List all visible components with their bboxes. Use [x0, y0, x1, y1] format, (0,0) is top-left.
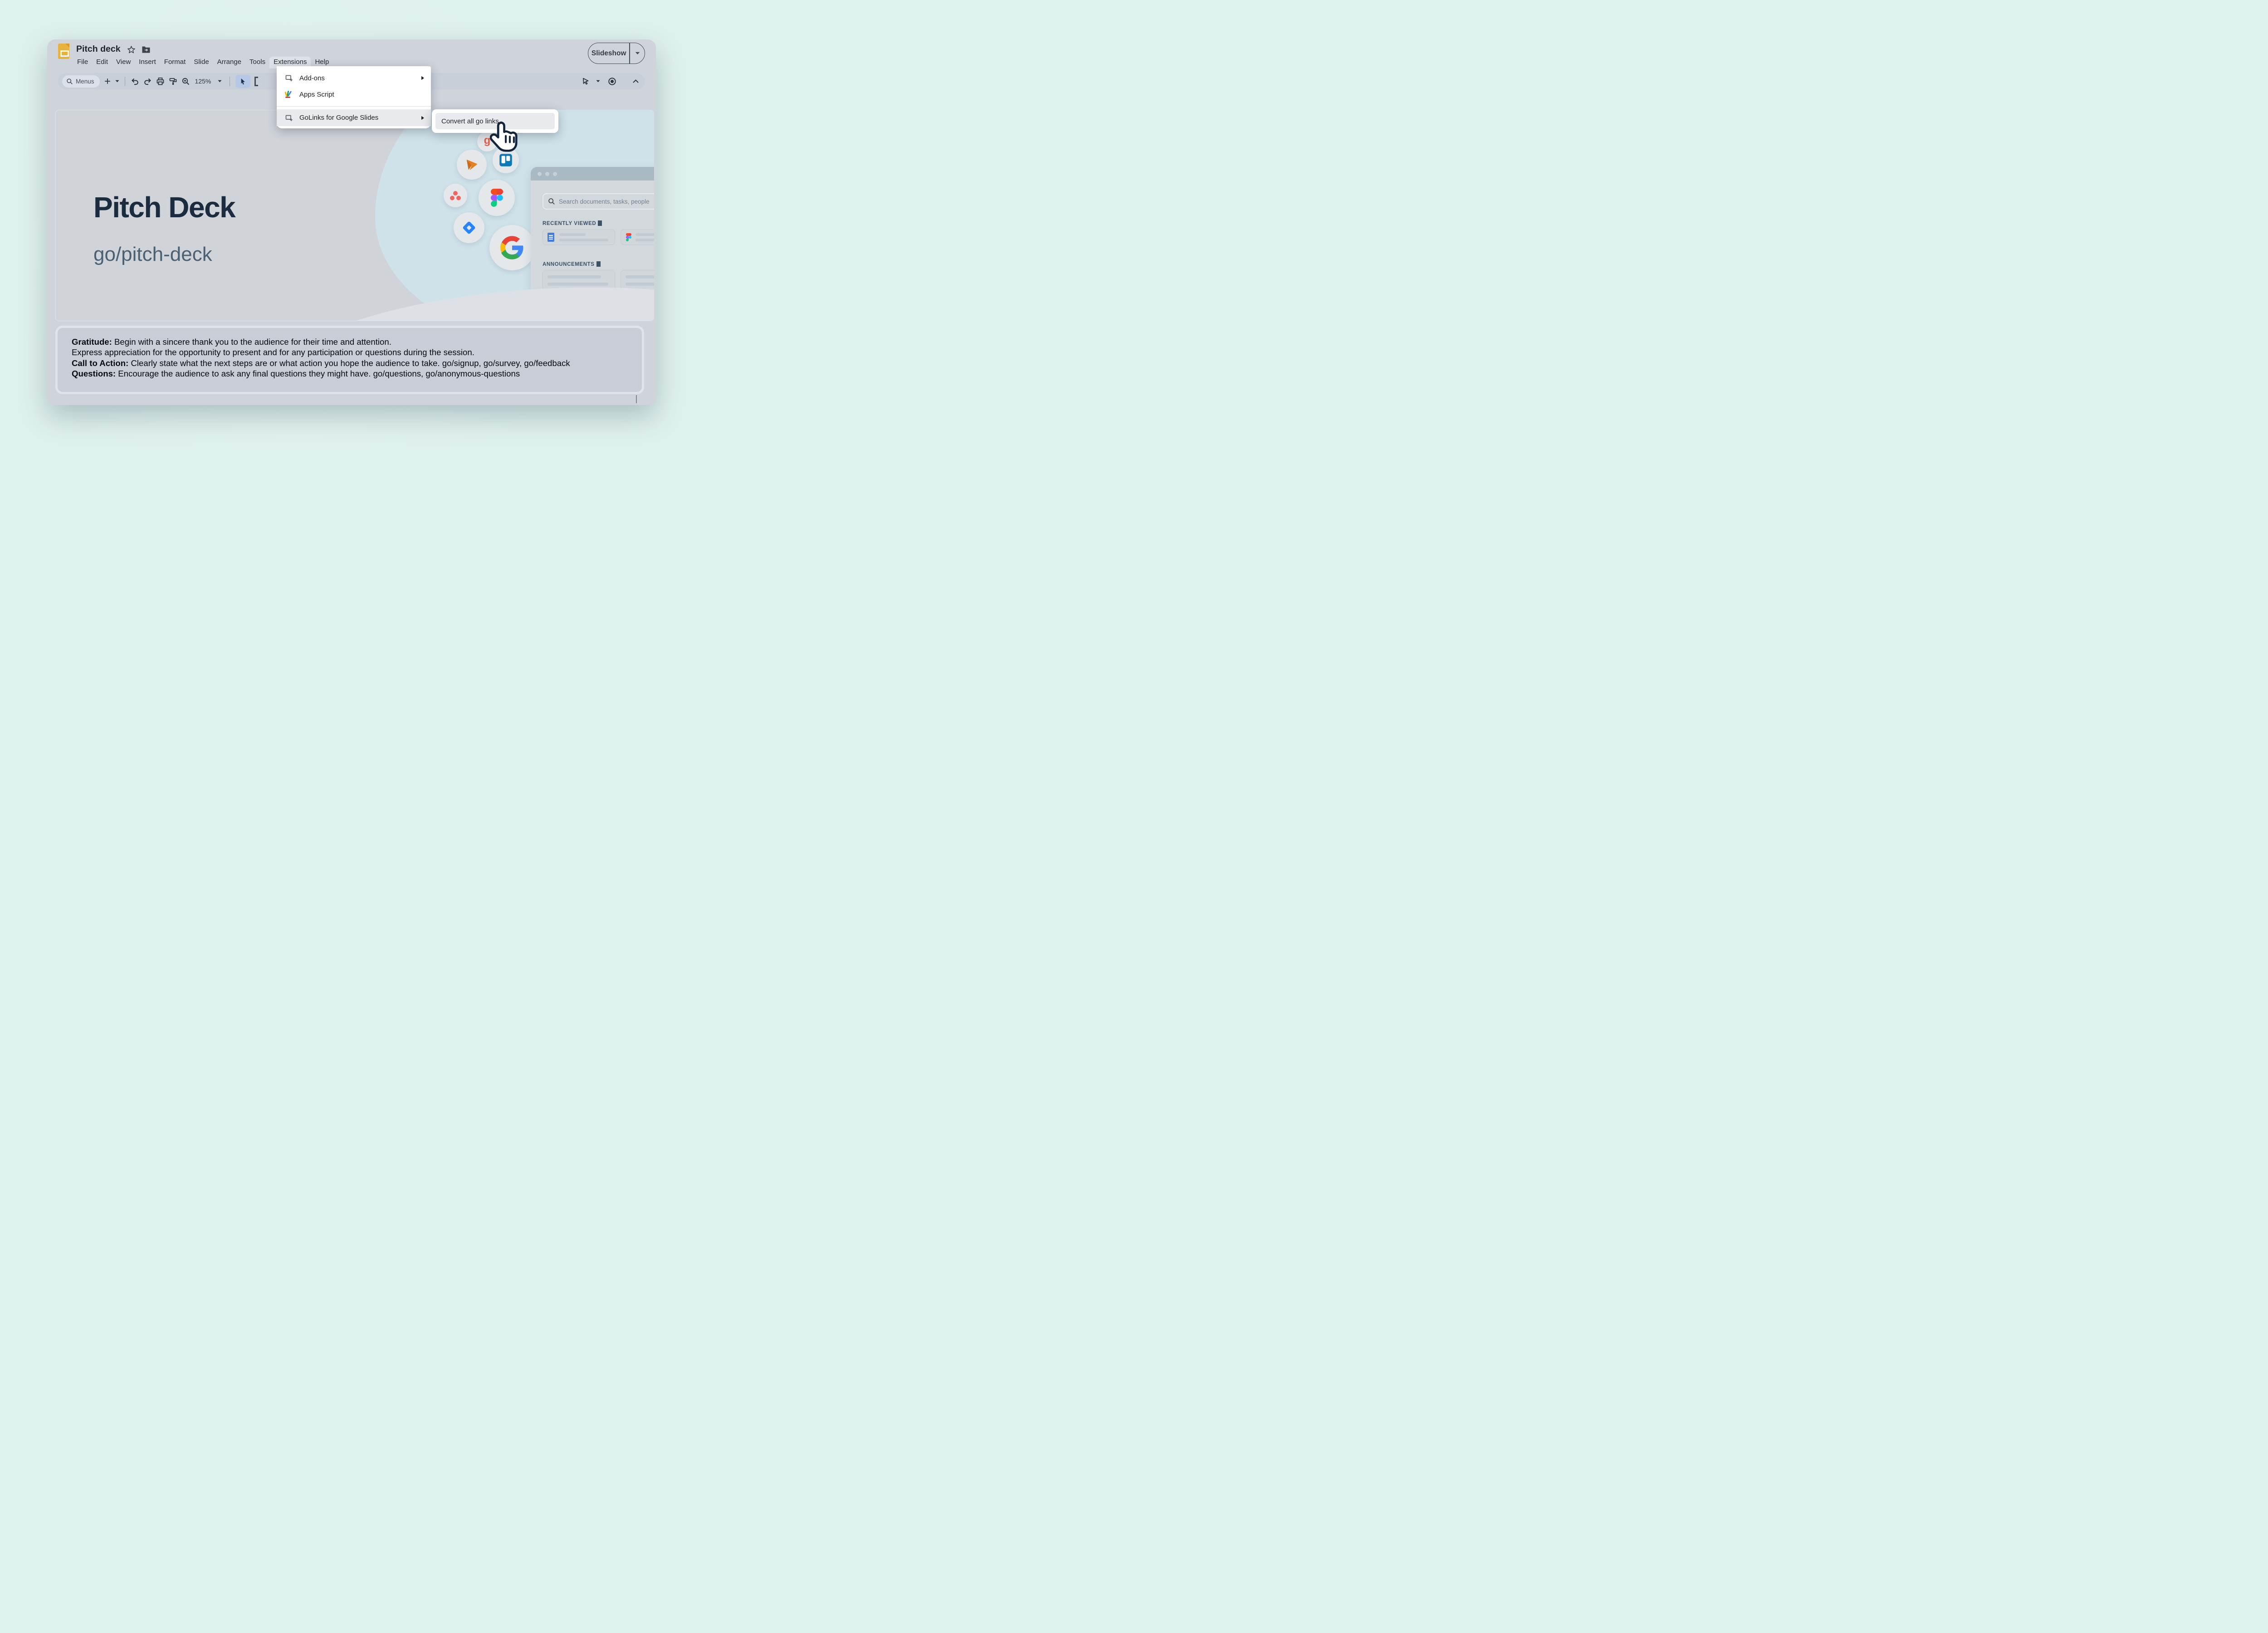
jira-icon	[454, 212, 484, 243]
zoom-in-icon	[181, 77, 190, 86]
slide-subtitle-text[interactable]: go/pitch-deck	[93, 243, 212, 266]
freshworks-icon	[457, 150, 487, 180]
menu-tools[interactable]: Tools	[245, 57, 269, 68]
undo-button[interactable]	[131, 74, 139, 88]
search-icon	[548, 198, 555, 205]
menu-slide[interactable]: Slide	[190, 57, 213, 68]
record-icon	[608, 77, 616, 86]
redo-button[interactable]	[143, 74, 152, 88]
menu-separator	[277, 106, 431, 107]
google-docs-icon	[547, 233, 554, 242]
chevron-right-icon	[421, 76, 425, 80]
menu-view[interactable]: View	[112, 57, 135, 68]
printer-icon	[156, 77, 165, 86]
extensions-dropdown-menu: Add-ons Apps Script GoLinks for Google S…	[277, 66, 431, 128]
menu-arrange[interactable]: Arrange	[213, 57, 245, 68]
notes-line: Gratitude: Begin with a sincere thank yo…	[72, 337, 570, 347]
recent-doc-card	[543, 229, 615, 245]
apps-script-icon	[285, 90, 293, 98]
caret-down-icon	[115, 80, 119, 83]
move-folder-icon[interactable]	[142, 46, 151, 54]
announcements-heading: ANNOUNCEMENTS	[543, 261, 601, 267]
screenshot-stage: Pitch deck Slideshow File Edit View Inse…	[0, 0, 711, 445]
search-icon	[66, 78, 73, 85]
slideshow-button-label: Slideshow	[588, 49, 629, 58]
select-tool-button[interactable]	[235, 75, 250, 88]
notes-line: Call to Action: Clearly state what the n…	[72, 358, 570, 368]
textbox-tool-partial-icon[interactable]	[254, 77, 258, 86]
menu-edit[interactable]: Edit	[92, 57, 112, 68]
paint-roller-icon	[169, 77, 177, 86]
block-cursor-icon	[596, 261, 601, 267]
undo-icon	[131, 77, 139, 86]
hand-pointer-cursor-icon	[490, 121, 521, 157]
mock-search-placeholder: Search documents, tasks, people	[559, 198, 650, 205]
menu-item-apps-script[interactable]: Apps Script	[277, 86, 431, 103]
select-cursor-icon	[239, 78, 247, 85]
star-icon[interactable]	[127, 45, 136, 54]
caret-down-icon	[596, 80, 600, 83]
menu-item-addons[interactable]: Add-ons	[277, 70, 431, 86]
window-dot-icon	[538, 172, 542, 176]
google-icon	[489, 225, 535, 270]
print-button[interactable]	[156, 74, 165, 88]
zoom-level[interactable]: 125%	[194, 74, 212, 88]
menus-pill-label: Menus	[76, 78, 94, 85]
zoom-level-value: 125%	[195, 78, 211, 85]
figma-icon	[479, 180, 515, 216]
figma-icon	[626, 233, 631, 241]
addon-square-plus-icon	[285, 114, 293, 122]
addon-square-plus-icon	[285, 74, 293, 82]
asana-icon	[444, 184, 467, 207]
google-slides-logo-icon	[58, 44, 69, 59]
speaker-notes-panel[interactable]: Gratitude: Begin with a sincere thank yo…	[55, 326, 644, 394]
chevron-up-icon	[632, 79, 639, 83]
paint-format-button[interactable]	[169, 74, 177, 88]
slideshow-dropdown-caret[interactable]	[630, 52, 645, 55]
menu-insert[interactable]: Insert	[135, 57, 160, 68]
zoom-caret[interactable]	[218, 74, 222, 88]
document-title[interactable]: Pitch deck	[76, 44, 121, 54]
redo-icon	[143, 77, 152, 86]
window-dot-icon	[553, 172, 557, 176]
caret-down-icon	[218, 80, 222, 83]
notes-line: Express appreciation for the opportunity…	[72, 347, 570, 357]
mock-browser-titlebar	[531, 167, 654, 181]
window-dot-icon	[545, 172, 549, 176]
slide-title-text[interactable]: Pitch Deck	[93, 191, 235, 224]
menu-file[interactable]: File	[73, 57, 92, 68]
block-cursor-icon	[598, 220, 602, 226]
menus-search-pill[interactable]: Menus	[62, 75, 100, 88]
recent-figma-card	[621, 229, 654, 245]
menu-item-golinks[interactable]: GoLinks for Google Slides	[277, 109, 431, 126]
menu-item-label: GoLinks for Google Slides	[299, 114, 421, 122]
pointer-tool-button[interactable]	[582, 74, 590, 88]
recently-viewed-heading: RECENTLY VIEWED	[543, 220, 602, 226]
new-slide-button[interactable]	[104, 74, 111, 88]
laser-pointer-icon	[582, 77, 590, 86]
chevron-right-icon	[421, 116, 425, 120]
speaker-notes-text: Gratitude: Begin with a sincere thank yo…	[72, 337, 570, 379]
menu-item-label: Apps Script	[299, 91, 425, 98]
mock-search-field: Search documents, tasks, people	[543, 193, 654, 210]
notes-line: Questions: Encourage the audience to ask…	[72, 368, 570, 379]
slideshow-button[interactable]: Slideshow	[588, 43, 645, 64]
menu-format[interactable]: Format	[160, 57, 190, 68]
plus-icon	[104, 78, 111, 85]
new-slide-caret[interactable]	[115, 74, 119, 88]
collapse-toolbar-button[interactable]	[632, 74, 639, 88]
slide-canvas[interactable]: Pitch Deck go/pitch-deck g	[55, 110, 654, 321]
pointer-tool-caret[interactable]	[596, 74, 600, 88]
menu-item-label: Add-ons	[299, 74, 421, 82]
scrollbar-fragment[interactable]	[636, 395, 637, 403]
zoom-button[interactable]	[181, 74, 190, 88]
record-button[interactable]	[608, 74, 616, 88]
